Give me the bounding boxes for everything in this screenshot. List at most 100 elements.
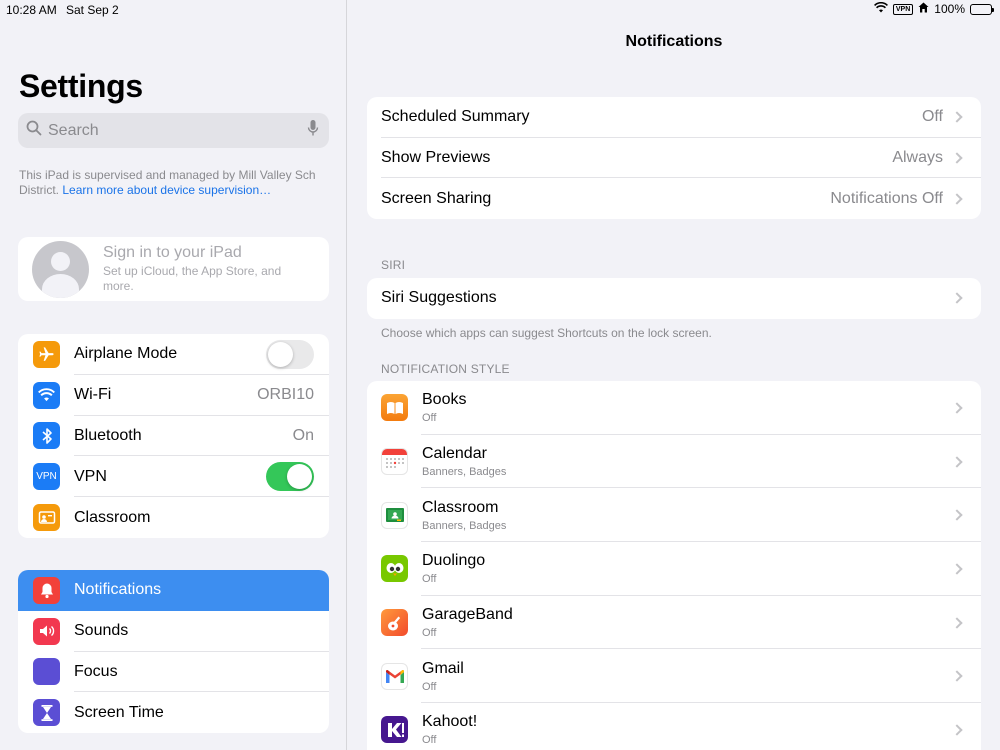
- sidebar-item-vpn[interactable]: VPN VPN: [18, 456, 329, 498]
- app-row-books[interactable]: Books Off: [367, 381, 981, 435]
- sidebar-item-airplane-mode[interactable]: Airplane Mode: [18, 334, 329, 375]
- app-row-kahoot[interactable]: Kahoot! Off: [367, 703, 981, 750]
- app-name: Duolingo: [422, 552, 486, 570]
- sidebar: Settings Search This iPad is supervised …: [0, 0, 347, 750]
- supervision-link[interactable]: Learn more about device supervision…: [62, 183, 271, 197]
- books-icon: [381, 394, 408, 422]
- hourglass-icon: [33, 699, 60, 727]
- sign-in-title: Sign in to your iPad: [103, 244, 242, 261]
- sidebar-item-classroom[interactable]: Classroom: [18, 497, 329, 538]
- wifi-status-icon: [873, 1, 888, 16]
- app-name: Classroom: [422, 498, 499, 516]
- bluetooth-icon: [33, 422, 60, 450]
- main-panel: Notifications Scheduled Summary Off Show…: [348, 0, 1000, 750]
- chevron-right-icon: [951, 455, 963, 468]
- classroom-app-icon: [381, 501, 408, 529]
- chevron-right-icon: [951, 509, 963, 521]
- sidebar-item-label: Sounds: [74, 622, 129, 640]
- garageband-icon: [381, 609, 408, 637]
- app-name: Gmail: [422, 659, 464, 677]
- chevron-right-icon: [951, 724, 963, 736]
- search-field[interactable]: Search: [18, 113, 329, 148]
- sidebar-item-label: VPN: [74, 467, 107, 485]
- page-title: Settings: [19, 68, 143, 104]
- app-name: GarageBand: [422, 606, 513, 624]
- sidebar-item-label: Wi-Fi: [74, 386, 112, 404]
- sidebar-item-label: Notifications: [74, 581, 162, 599]
- bell-icon: [33, 576, 60, 604]
- app-notification-style: Banners, Badges: [422, 519, 507, 532]
- notifications-group: Notifications Sounds Focus Screen Time: [18, 570, 329, 734]
- app-row-calendar[interactable]: Calendar Banners, Badges: [367, 435, 981, 489]
- sidebar-item-focus[interactable]: Focus: [18, 652, 329, 693]
- wifi-network-value: ORBI10: [257, 386, 314, 404]
- row-label: Siri Suggestions: [381, 289, 497, 307]
- calendar-icon: [381, 448, 408, 476]
- battery-icon: [970, 3, 994, 15]
- sidebar-item-label: Bluetooth: [74, 426, 142, 444]
- row-value: Notifications Off: [830, 189, 943, 207]
- sidebar-item-label: Screen Time: [74, 703, 164, 721]
- status-bar: 10:28 AM Sat Sep 2 VPN 100%: [0, 0, 1000, 20]
- chevron-right-icon: [951, 111, 963, 124]
- chevron-right-icon: [951, 670, 963, 682]
- sidebar-item-label: Airplane Mode: [74, 345, 178, 363]
- sidebar-item-label: Focus: [74, 662, 118, 680]
- connectivity-group: Airplane Mode Wi-Fi ORBI10 Bluetooth On …: [18, 334, 329, 538]
- moon-icon: [33, 658, 60, 686]
- search-icon: [26, 120, 42, 141]
- app-notification-style: Off: [422, 627, 437, 640]
- avatar: [32, 240, 89, 298]
- siri-group: Siri Suggestions: [367, 278, 981, 319]
- microphone-icon[interactable]: [307, 119, 319, 142]
- vpn-toggle[interactable]: [266, 462, 314, 492]
- sign-in-card[interactable]: Sign in to your iPad Set up iCloud, the …: [18, 237, 329, 301]
- app-name: Calendar: [422, 445, 487, 463]
- siri-footnote: Choose which apps can suggest Shortcuts …: [381, 326, 712, 340]
- wifi-icon: [33, 381, 60, 409]
- app-row-gmail[interactable]: Gmail Off: [367, 649, 981, 704]
- notification-style-header: NOTIFICATION STYLE: [381, 362, 510, 376]
- chevron-right-icon: [951, 292, 963, 305]
- general-settings-group: Scheduled Summary Off Show Previews Alwa…: [367, 97, 981, 220]
- chevron-right-icon: [951, 152, 963, 164]
- app-row-garageband[interactable]: GarageBand Off: [367, 596, 981, 650]
- supervision-notice: This iPad is supervised and managed by M…: [19, 168, 334, 198]
- vpn-status-badge: VPN: [892, 3, 914, 15]
- screen-sharing-row[interactable]: Screen Sharing Notifications Off: [367, 178, 981, 219]
- sidebar-item-bluetooth[interactable]: Bluetooth On: [18, 416, 329, 457]
- row-label: Screen Sharing: [381, 189, 492, 207]
- sidebar-item-screen-time[interactable]: Screen Time: [18, 692, 329, 733]
- show-previews-row[interactable]: Show Previews Always: [367, 138, 981, 179]
- row-label: Scheduled Summary: [381, 108, 530, 126]
- sign-in-subtitle: Set up iCloud, the App Store, and more.: [103, 264, 282, 293]
- app-name: Books: [422, 391, 467, 409]
- app-name: Kahoot!: [422, 713, 478, 731]
- app-notification-style: Off: [422, 680, 437, 693]
- app-row-duolingo[interactable]: Duolingo Off: [367, 542, 981, 596]
- chevron-right-icon: [951, 563, 963, 575]
- duolingo-icon: [381, 555, 408, 583]
- chevron-right-icon: [951, 616, 963, 629]
- chevron-right-icon: [951, 402, 963, 414]
- status-right: VPN 100%: [873, 1, 994, 16]
- main-title: Notifications: [625, 33, 723, 50]
- app-notification-style: Banners, Badges: [422, 466, 507, 479]
- speaker-icon: [33, 617, 60, 645]
- gmail-icon: [381, 662, 408, 690]
- sidebar-item-notifications[interactable]: Notifications: [18, 570, 329, 611]
- siri-suggestions-row[interactable]: Siri Suggestions: [367, 278, 981, 319]
- airplane-icon: [33, 340, 60, 368]
- scheduled-summary-row[interactable]: Scheduled Summary Off: [367, 97, 981, 138]
- app-notification-style: Off: [422, 734, 437, 747]
- app-notification-style: Off: [422, 412, 437, 425]
- sidebar-item-wifi[interactable]: Wi-Fi ORBI10: [18, 375, 329, 416]
- chevron-right-icon: [951, 193, 963, 205]
- app-row-classroom[interactable]: Classroom Banners, Badges: [367, 488, 981, 543]
- status-time: 10:28 AM: [6, 3, 57, 17]
- battery-percent: 100%: [934, 2, 965, 16]
- row-value: Off: [921, 108, 943, 126]
- search-input[interactable]: Search: [48, 122, 307, 140]
- airplane-mode-toggle[interactable]: [266, 339, 314, 369]
- sidebar-item-sounds[interactable]: Sounds: [18, 611, 329, 652]
